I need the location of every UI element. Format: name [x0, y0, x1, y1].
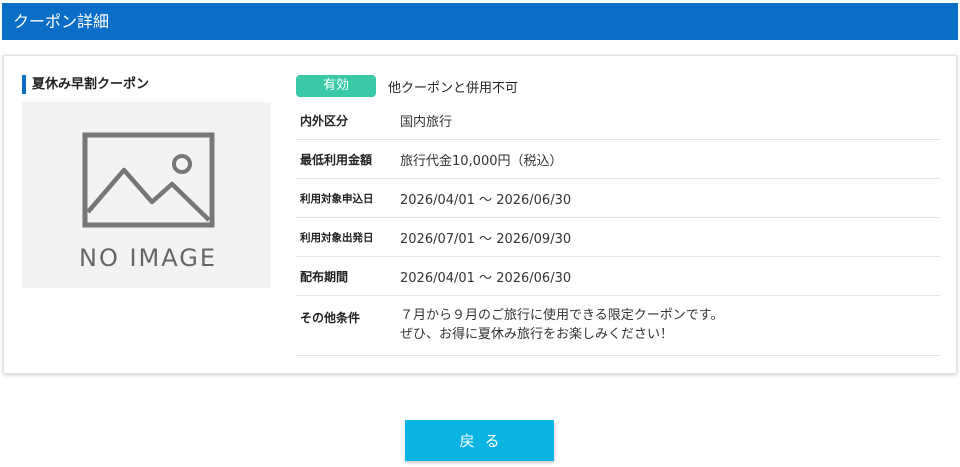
detail-label: 利用対象出発日	[300, 231, 374, 244]
detail-value: 2026/07/01 ～ 2026/09/30	[400, 231, 572, 247]
detail-value: 旅行代金10,000円（税込）	[400, 153, 563, 169]
detail-label: 利用対象申込日	[300, 192, 374, 205]
status-row: 有効 他クーポンと併用不可	[296, 71, 940, 101]
coupon-name: 夏休み早割クーポン	[22, 75, 149, 94]
detail-value: 2026/04/01 ～ 2026/06/30	[400, 192, 572, 208]
page-header: クーポン詳細	[2, 3, 958, 40]
detail-label: 配布期間	[300, 269, 349, 284]
no-image-icon: NO IMAGE	[79, 132, 217, 272]
coupon-image-placeholder: NO IMAGE	[22, 102, 271, 288]
detail-label: その他条件	[300, 311, 361, 325]
detail-row-application-date: 利用対象申込日 2026/04/01 ～ 2026/06/30	[296, 179, 940, 218]
detail-row-domestic: 内外区分 国内旅行	[296, 101, 940, 140]
detail-label: 内外区分	[300, 113, 349, 128]
status-badge: 有効	[296, 75, 376, 97]
detail-label: 最低利用金額	[300, 152, 373, 167]
detail-row-minimum-amount: 最低利用金額 旅行代金10,000円（税込）	[296, 140, 940, 179]
detail-row-distribution-period: 配布期間 2026/04/01 ～ 2026/06/30	[296, 257, 940, 296]
detail-row-other-conditions: その他条件 ７月から９月のご旅行に使用できる限定クーポンです。 ぜひ、お得に夏休…	[296, 296, 940, 356]
detail-value: ７月から９月のご旅行に使用できる限定クーポンです。 ぜひ、お得に夏休み旅行をお楽…	[400, 306, 723, 344]
coupon-card: 夏休み早割クーポン NO IMAGE 有効 他クーポンと併用不可 内外区分 国内…	[3, 55, 957, 374]
detail-value: 2026/04/01 ～ 2026/06/30	[400, 270, 572, 286]
page-title: クーポン詳細	[13, 12, 110, 31]
other-conditions-line-2: ぜひ、お得に夏休み旅行をお楽しみください！	[400, 327, 674, 342]
coupon-details: 有効 他クーポンと併用不可 内外区分 国内旅行 最低利用金額 旅行代金10,00…	[296, 71, 940, 356]
no-image-label: NO IMAGE	[79, 244, 217, 272]
detail-row-departure-date: 利用対象出発日 2026/07/01 ～ 2026/09/30	[296, 218, 940, 257]
other-conditions-line-1: ７月から９月のご旅行に使用できる限定クーポンです。	[400, 308, 724, 323]
combination-note: 他クーポンと併用不可	[388, 80, 519, 96]
back-button[interactable]: 戻る	[405, 420, 554, 461]
detail-value: 国内旅行	[400, 114, 453, 130]
